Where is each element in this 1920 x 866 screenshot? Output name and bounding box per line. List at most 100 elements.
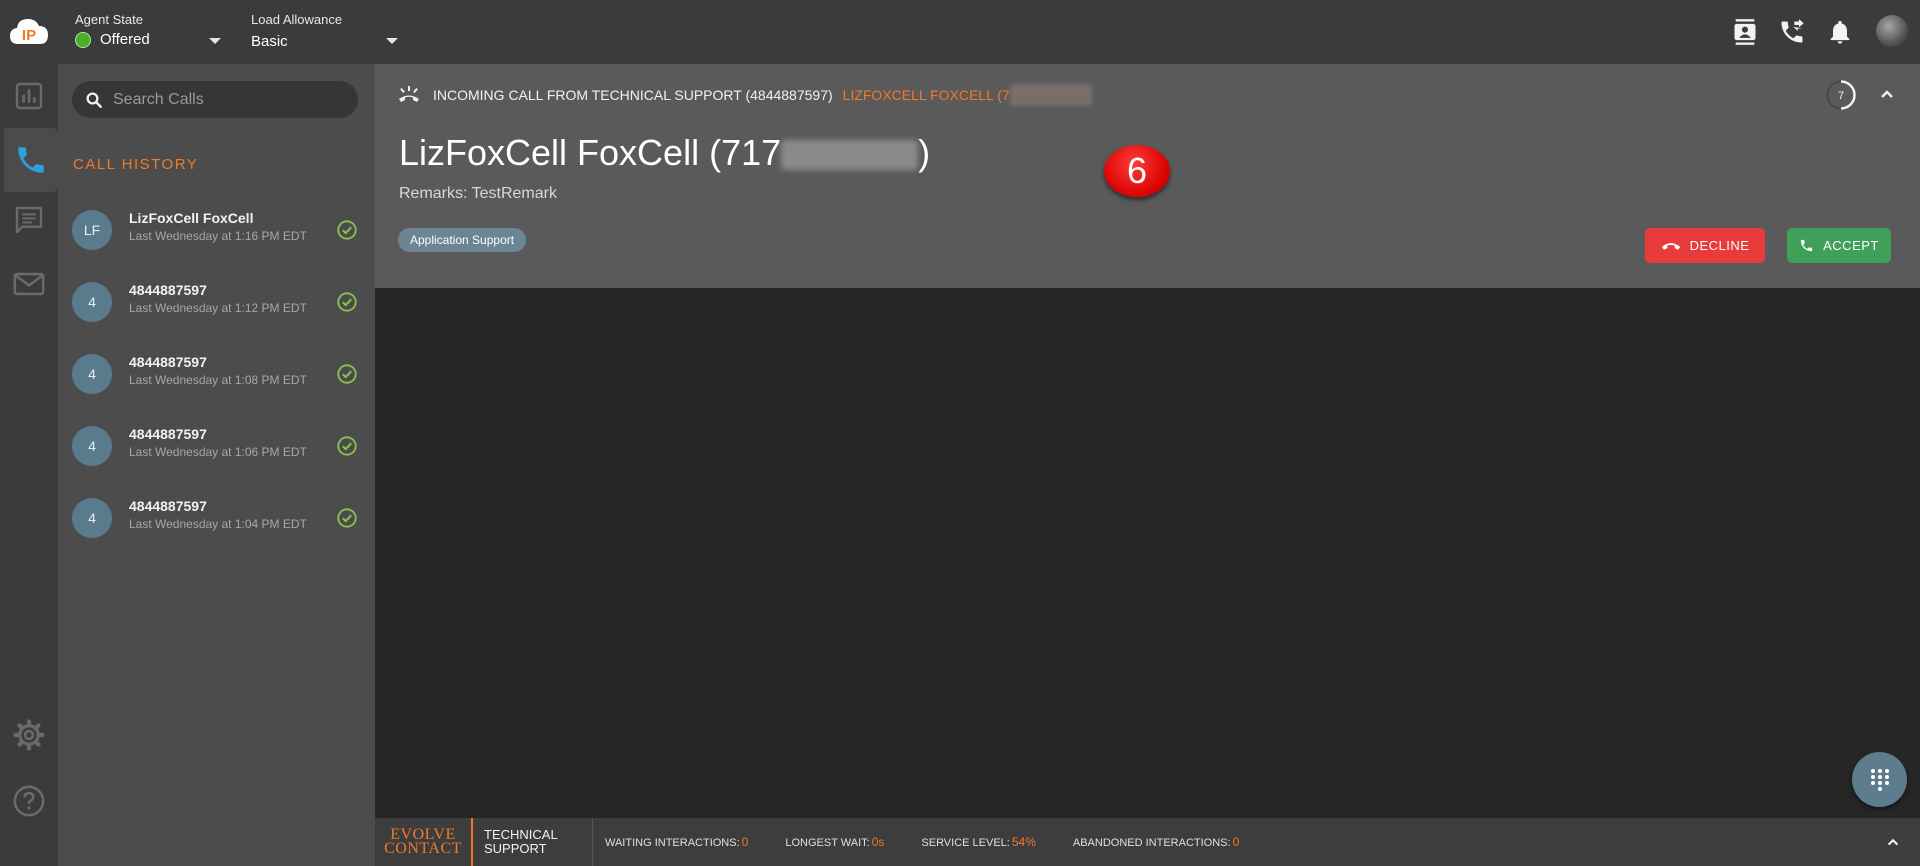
- search-icon: [86, 92, 102, 108]
- contacts-icon[interactable]: [1731, 18, 1759, 46]
- dialpad-button[interactable]: [1852, 752, 1907, 807]
- search-calls-input[interactable]: Search Calls: [72, 81, 358, 118]
- stat-longest-wait: LONGEST WAIT: 0s: [785, 835, 884, 849]
- annotation-badge: 6: [1104, 145, 1170, 197]
- call-transfer-icon[interactable]: [1778, 18, 1806, 46]
- call-remarks: Remarks: TestRemark: [399, 185, 557, 202]
- app-logo[interactable]: IP: [8, 14, 50, 48]
- queue-line1: TECHNICAL: [484, 827, 558, 842]
- call-time: Last Wednesday at 1:16 PM EDT: [129, 229, 307, 243]
- completed-check-icon: [337, 436, 357, 456]
- agent-state-value: Offered: [100, 31, 150, 48]
- call-history-item[interactable]: LF LizFoxCell FoxCell Last Wednesday at …: [72, 207, 364, 257]
- mail-icon: [13, 272, 45, 296]
- brand-line2: CONTACT: [384, 840, 462, 857]
- nav-calls[interactable]: [4, 128, 58, 192]
- stat-label: LONGEST WAIT:: [785, 837, 870, 849]
- incoming-call-title: INCOMING CALL FROM TECHNICAL SUPPORT (48…: [433, 87, 833, 103]
- call-history-item[interactable]: 4 4844887597 Last Wednesday at 1:06 PM E…: [72, 423, 364, 473]
- stat-label: ABANDONED INTERACTIONS:: [1072, 837, 1231, 849]
- load-allowance-value: Basic: [251, 33, 288, 50]
- agent-state-dropdown[interactable]: Agent State Offered: [75, 12, 150, 48]
- chevron-up-icon[interactable]: [1879, 86, 1895, 102]
- stat-value: 54%: [1011, 835, 1036, 849]
- gear-icon: [13, 719, 45, 751]
- caller-name-suffix: ): [918, 132, 931, 173]
- call-history-sidebar: Search Calls CALL HISTORY LF LizFoxCell …: [58, 64, 375, 866]
- stat-service-level: SERVICE LEVEL: 54%: [921, 835, 1035, 849]
- caller-avatar: LF: [72, 210, 112, 250]
- ringing-phone-icon: [399, 86, 419, 102]
- expand-chevron-up-icon[interactable]: [1886, 835, 1900, 849]
- incoming-caller-label: LIZFOXCELL FOXCELL (7: [842, 87, 1010, 103]
- stat-abandoned: ABANDONED INTERACTIONS: 0: [1073, 835, 1239, 849]
- stat-label: SERVICE LEVEL:: [921, 837, 1010, 849]
- load-allowance-label: Load Allowance: [251, 12, 343, 27]
- caller-avatar: 4: [72, 354, 112, 394]
- top-bar: IP Agent State Offered Load Allowance Ba…: [0, 0, 1920, 64]
- call-history-item[interactable]: 4 4844887597 Last Wednesday at 1:08 PM E…: [72, 351, 364, 401]
- help-icon: [13, 785, 45, 817]
- search-placeholder: Search Calls: [113, 90, 204, 108]
- nav-chat[interactable]: [0, 188, 58, 252]
- call-time: Last Wednesday at 1:08 PM EDT: [129, 373, 307, 387]
- caller-name: 4844887597: [129, 354, 207, 370]
- notifications-bell-icon[interactable]: [1826, 18, 1854, 46]
- stat-label: WAITING INTERACTIONS:: [605, 837, 740, 849]
- stat-value: 0: [741, 835, 749, 849]
- caller-name: LizFoxCell FoxCell: [129, 210, 254, 226]
- countdown-timer: 7: [1826, 80, 1856, 110]
- call-time: Last Wednesday at 1:12 PM EDT: [129, 301, 307, 315]
- caller-name-prefix: LizFoxCell FoxCell (717: [399, 132, 782, 173]
- hang-up-icon: [1661, 242, 1680, 250]
- accept-button[interactable]: ACCEPT: [1787, 228, 1891, 263]
- caller-name: 4844887597: [129, 426, 207, 442]
- svg-text:IP: IP: [22, 27, 36, 44]
- stat-waiting: WAITING INTERACTIONS: 0: [605, 835, 748, 849]
- caller-avatar: 4: [72, 282, 112, 322]
- call-history-item[interactable]: 4 4844887597 Last Wednesday at 1:04 PM E…: [72, 495, 364, 545]
- redacted-number-large: [781, 140, 919, 171]
- completed-check-icon: [337, 364, 357, 384]
- stat-value: 0s: [871, 835, 885, 849]
- agent-state-chevron-down-icon[interactable]: [209, 38, 221, 44]
- load-allowance-dropdown[interactable]: Load Allowance Basic: [251, 12, 342, 50]
- incoming-call-header: INCOMING CALL FROM TECHNICAL SUPPORT (48…: [397, 84, 1092, 106]
- dialpad-icon: [1870, 768, 1889, 791]
- load-allowance-chevron-down-icon[interactable]: [386, 38, 398, 44]
- caller-name: 4844887597: [129, 282, 207, 298]
- accept-label: ACCEPT: [1823, 238, 1879, 253]
- left-nav-rail: [0, 64, 58, 866]
- brand-logo: EVOLVE CONTACT: [375, 818, 473, 866]
- queue-line2: SUPPORT: [484, 841, 547, 856]
- completed-check-icon: [337, 292, 357, 312]
- queue-stats-bar: EVOLVE CONTACT TECHNICAL SUPPORT WAITING…: [375, 818, 1920, 866]
- call-time: Last Wednesday at 1:06 PM EDT: [129, 445, 307, 459]
- decline-button[interactable]: DECLINE: [1645, 228, 1765, 263]
- call-time: Last Wednesday at 1:04 PM EDT: [129, 517, 307, 531]
- caller-name: 4844887597: [129, 498, 207, 514]
- call-history-title: CALL HISTORY: [73, 156, 199, 173]
- stat-value: 0: [1232, 835, 1240, 849]
- skill-chip: Application Support: [398, 228, 527, 252]
- nav-help[interactable]: [0, 769, 58, 833]
- queue-name: TECHNICAL SUPPORT: [473, 818, 593, 866]
- completed-check-icon: [337, 220, 357, 240]
- nav-email[interactable]: [0, 252, 58, 316]
- user-avatar[interactable]: [1876, 15, 1908, 47]
- chat-icon: [15, 206, 43, 234]
- completed-check-icon: [337, 508, 357, 528]
- phone-icon: [1801, 239, 1813, 252]
- caller-display-name: LizFoxCell FoxCell (717): [399, 132, 930, 174]
- redacted-number: [1009, 84, 1092, 106]
- bar-chart-icon: [15, 82, 43, 110]
- phone-icon: [18, 147, 44, 173]
- caller-avatar: 4: [72, 426, 112, 466]
- agent-state-label: Agent State: [75, 12, 143, 27]
- status-dot-icon: [75, 31, 91, 48]
- nav-dashboard[interactable]: [0, 64, 58, 128]
- nav-settings[interactable]: [0, 703, 58, 767]
- call-history-item[interactable]: 4 4844887597 Last Wednesday at 1:12 PM E…: [72, 279, 364, 329]
- decline-label: DECLINE: [1689, 238, 1750, 253]
- svg-text:7: 7: [1838, 90, 1844, 102]
